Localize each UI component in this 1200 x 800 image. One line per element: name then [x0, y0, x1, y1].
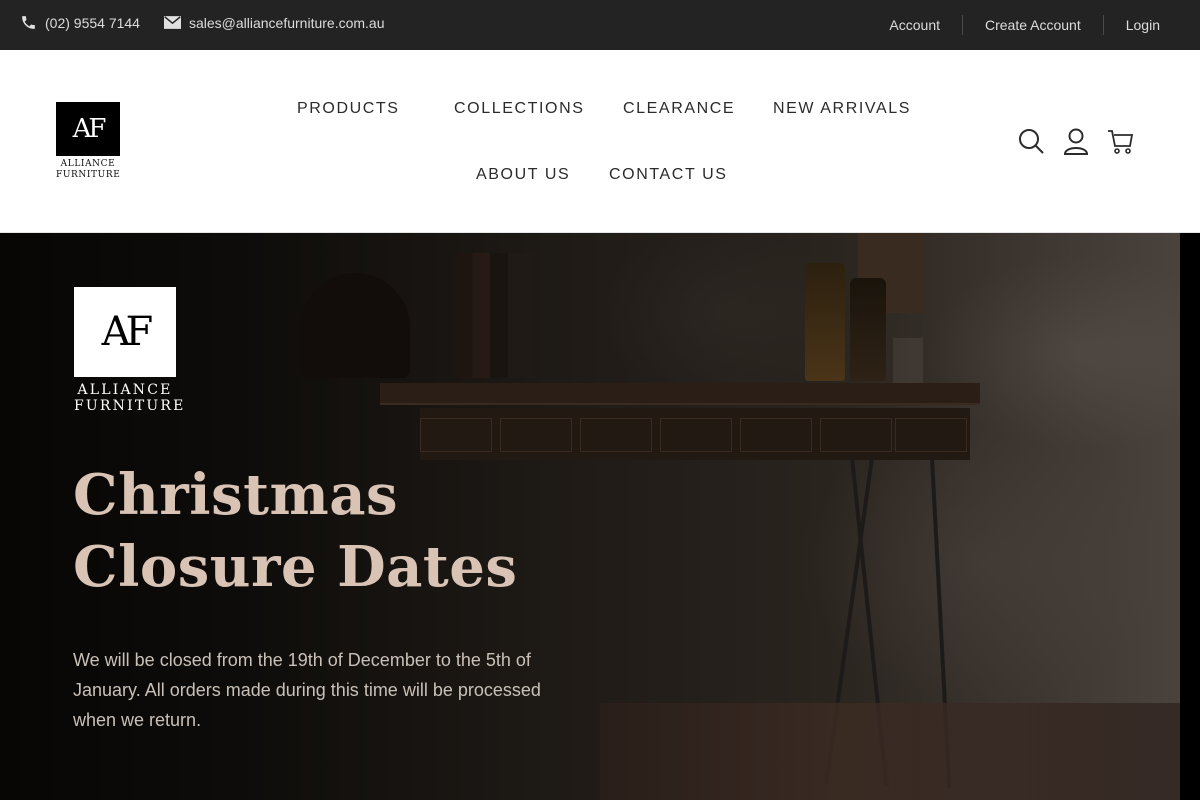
nav-contact-us[interactable]: CONTACT US	[609, 166, 728, 184]
hero-glass-image	[893, 338, 923, 383]
site-header: AF ALLIANCE FURNITURE PRODUCTS COLLECTIO…	[0, 50, 1200, 233]
hero-logo-wordmark: ALLIANCE FURNITURE	[74, 382, 186, 414]
hero-title-line-1: Christmas	[73, 462, 399, 528]
account-link[interactable]: Account	[889, 17, 940, 33]
search-button[interactable]	[1018, 128, 1045, 155]
account-icon	[1063, 128, 1089, 155]
hero-logo-line-2: FURNITURE	[74, 398, 186, 414]
account-links: Account Create Account Login	[889, 15, 1160, 35]
divider	[962, 15, 963, 35]
mail-icon	[163, 16, 181, 29]
hero-title-line-2: Closure Dates	[73, 534, 518, 600]
header-actions	[1018, 128, 1152, 155]
hero-description: We will be closed from the 19th of Decem…	[73, 650, 541, 730]
search-icon	[1019, 129, 1044, 154]
contact-info: (02) 9554 7144 sales@alliancefurniture.c…	[20, 14, 409, 31]
hero-title: Christmas Closure Dates	[73, 459, 593, 603]
nav-about-us[interactable]: ABOUT US	[476, 166, 570, 184]
account-button[interactable]	[1063, 128, 1089, 155]
hero-logo: AF ALLIANCE FURNITURE	[74, 287, 186, 414]
nav-new-arrivals[interactable]: NEW ARRIVALS	[773, 100, 911, 118]
hero-banner: AF ALLIANCE FURNITURE Christmas Closure …	[0, 233, 1180, 800]
hero-bottle-image	[850, 278, 886, 381]
login-link[interactable]: Login	[1126, 17, 1160, 33]
email-address: sales@alliancefurniture.com.au	[188, 14, 385, 31]
top-bar: (02) 9554 7144 sales@alliancefurniture.c…	[0, 0, 1200, 50]
hero-rug-image	[600, 703, 1180, 800]
hero-edge	[1180, 233, 1200, 800]
phone-number: (02) 9554 7144	[45, 14, 140, 31]
divider	[1102, 15, 1104, 35]
hero-logo-monogram: AF	[101, 309, 154, 355]
phone-link[interactable]: (02) 9554 7144	[20, 14, 140, 31]
hero-logo-line-1: ALLIANCE	[77, 382, 173, 398]
cart-icon	[1108, 130, 1134, 154]
hero-logo-mark: AF	[74, 287, 176, 377]
hero-table-image	[380, 383, 980, 405]
nav-clearance[interactable]: CLEARANCE	[623, 100, 735, 118]
phone-icon	[22, 16, 35, 29]
nav-products[interactable]: PRODUCTS	[297, 100, 400, 118]
hero-bottle-image	[805, 263, 845, 381]
hero-books-image	[455, 253, 535, 378]
cart-button[interactable]	[1107, 128, 1134, 155]
email-link[interactable]: sales@alliancefurniture.com.au	[163, 14, 385, 31]
nav-collections[interactable]: COLLECTIONS	[454, 100, 585, 118]
hero-clock-image	[300, 273, 410, 378]
hero-table-drawers	[420, 408, 970, 460]
create-account-link[interactable]: Create Account	[985, 17, 1081, 33]
